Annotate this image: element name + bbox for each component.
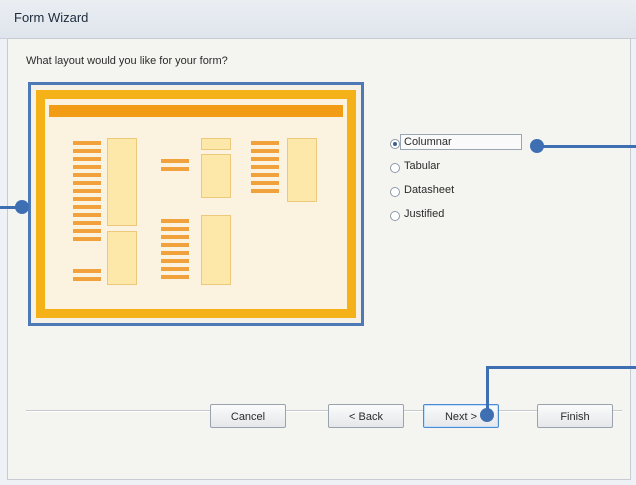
layout-preview <box>28 82 364 326</box>
window-title: Form Wizard <box>14 10 89 25</box>
radio-button-icon[interactable] <box>390 211 400 221</box>
radio-label-columnar: Columnar <box>400 134 522 150</box>
preview-label-bar <box>73 237 101 241</box>
callout-line-next-horizontal <box>486 366 636 369</box>
preview-label-bar <box>161 227 189 231</box>
cancel-button[interactable]: Cancel <box>210 404 286 428</box>
radio-label-tabular: Tabular <box>404 160 441 172</box>
radio-button-icon[interactable] <box>390 139 400 149</box>
callout-dot-next <box>480 408 494 422</box>
preview-label-bar <box>73 189 101 193</box>
preview-label-bar <box>73 205 101 209</box>
radio-justified[interactable]: Justified <box>390 205 530 227</box>
preview-field-box <box>201 215 231 285</box>
callout-dot-preview <box>15 200 29 214</box>
preview-label-bar <box>161 259 189 263</box>
preview-label-bar <box>251 181 279 185</box>
preview-label-bar <box>73 269 101 273</box>
radio-columnar[interactable]: Columnar <box>390 133 530 155</box>
callout-dot-columnar <box>530 139 544 153</box>
preview-label-bar <box>251 149 279 153</box>
preview-label-bar <box>73 229 101 233</box>
preview-field-box <box>107 231 137 285</box>
preview-label-bar <box>73 181 101 185</box>
preview-field-box <box>201 138 231 150</box>
preview-label-bar <box>161 235 189 239</box>
preview-label-bar <box>73 197 101 201</box>
radio-button-icon[interactable] <box>390 187 400 197</box>
radio-tabular[interactable]: Tabular <box>390 157 530 179</box>
radio-button-icon[interactable] <box>390 163 400 173</box>
preview-label-bar <box>161 251 189 255</box>
preview-label-bar <box>73 277 101 281</box>
back-button[interactable]: < Back <box>328 404 404 428</box>
preview-label-bar <box>161 159 189 163</box>
button-separator <box>26 410 622 412</box>
preview-field-box <box>287 138 317 202</box>
preview-label-bar <box>251 157 279 161</box>
preview-header-bar <box>49 105 343 117</box>
finish-button[interactable]: Finish <box>537 404 613 428</box>
preview-field-box <box>107 138 137 226</box>
preview-frame <box>36 90 356 318</box>
preview-label-bar <box>251 173 279 177</box>
preview-field-box <box>201 154 231 198</box>
preview-label-bar <box>73 149 101 153</box>
layout-question: What layout would you like for your form… <box>26 55 228 67</box>
radio-label-datasheet: Datasheet <box>404 184 455 196</box>
radio-label-justified: Justified <box>404 208 445 220</box>
preview-label-bar <box>73 221 101 225</box>
preview-label-bar <box>161 267 189 271</box>
preview-label-bar <box>161 219 189 223</box>
preview-label-bar <box>73 165 101 169</box>
preview-label-bar <box>161 243 189 247</box>
preview-label-bar <box>73 213 101 217</box>
preview-label-bar <box>73 157 101 161</box>
preview-label-bar <box>251 165 279 169</box>
preview-label-bar <box>73 141 101 145</box>
preview-label-bar <box>73 173 101 177</box>
callout-line-columnar <box>540 145 636 148</box>
title-bar: Form Wizard <box>0 0 636 39</box>
preview-label-bar <box>161 167 189 171</box>
preview-label-bar <box>251 189 279 193</box>
preview-label-bar <box>161 275 189 279</box>
radio-datasheet[interactable]: Datasheet <box>390 181 530 203</box>
preview-page <box>45 99 347 309</box>
preview-label-bar <box>251 141 279 145</box>
